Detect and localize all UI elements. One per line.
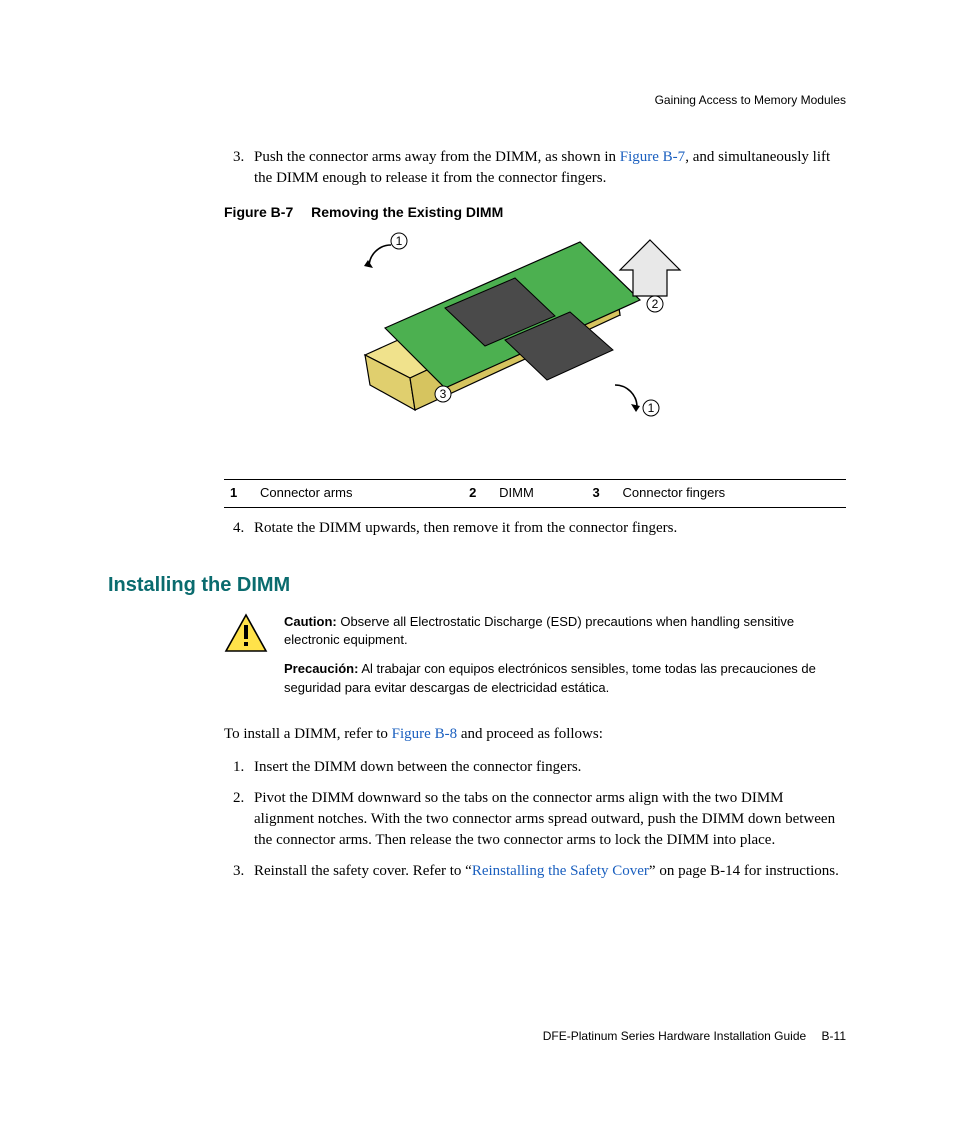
figure-b8-link[interactable]: Figure B-8 [392, 726, 457, 742]
figure-b7: 1 1 2 3 [224, 230, 846, 467]
figure-label: Figure B-7 [224, 204, 293, 220]
footer-doc-title: DFE-Platinum Series Hardware Installatio… [543, 1029, 806, 1043]
callout-1b: 1 [648, 401, 655, 415]
install-intro-b: and proceed as follows: [457, 726, 603, 742]
callout-1a: 1 [396, 234, 403, 248]
install-step-1: Insert the DIMM down between the connect… [248, 757, 846, 778]
caution-label-en: Caution: [284, 614, 337, 629]
remove-step-4: Rotate the DIMM upwards, then remove it … [248, 518, 846, 539]
caution-es: Precaución: Al trabajar con equipos elec… [284, 660, 846, 698]
remove-step-3: Push the connector arms away from the DI… [248, 147, 846, 189]
legend-1-num: 1 [224, 480, 254, 507]
callout-3: 3 [440, 387, 447, 401]
callout-2: 2 [652, 297, 659, 311]
figure-legend: 1 Connector arms 2 DIMM 3 Connector fing… [224, 479, 846, 507]
legend-3-num: 3 [587, 480, 617, 507]
legend-2-num: 2 [463, 480, 493, 507]
page: Gaining Access to Memory Modules Push th… [0, 0, 954, 1123]
dimm-illustration: 1 1 2 3 [315, 230, 755, 460]
caution-label-es: Precaución: [284, 661, 358, 676]
install-step-3-a: Reinstall the safety cover. Refer to “ [254, 863, 472, 879]
install-step-3: Reinstall the safety cover. Refer to “Re… [248, 861, 846, 882]
legend-2-text: DIMM [493, 480, 586, 507]
figure-title: Removing the Existing DIMM [311, 204, 503, 220]
caution-text-en: Observe all Electrostatic Discharge (ESD… [284, 614, 794, 648]
step-3-text-a: Push the connector arms away from the DI… [254, 149, 620, 165]
install-step-3-b: ” on page B-14 for instructions. [649, 863, 839, 879]
caution-icon [224, 613, 268, 708]
figure-b7-link[interactable]: Figure B-7 [620, 149, 685, 165]
running-header: Gaining Access to Memory Modules [108, 92, 846, 109]
legend-3-text: Connector fingers [617, 480, 846, 507]
reinstall-cover-link[interactable]: Reinstalling the Safety Cover [472, 863, 649, 879]
legend-1-text: Connector arms [254, 480, 463, 507]
install-step-2: Pivot the DIMM downward so the tabs on t… [248, 788, 846, 851]
install-intro-a: To install a DIMM, refer to [224, 726, 392, 742]
footer-page-number: B-11 [822, 1029, 846, 1043]
page-footer: DFE-Platinum Series Hardware Installatio… [543, 1028, 846, 1045]
remove-steps-continued: Push the connector arms away from the DI… [224, 147, 846, 539]
caution-en: Caution: Observe all Electrostatic Disch… [284, 613, 846, 651]
caution-block: Caution: Observe all Electrostatic Disch… [224, 613, 846, 708]
figure-caption: Figure B-7 Removing the Existing DIMM [224, 203, 846, 223]
caution-text-es: Al trabajar con equipos electrónicos sen… [284, 661, 816, 695]
section-heading-installing: Installing the DIMM [108, 571, 846, 599]
install-steps: Insert the DIMM down between the connect… [224, 757, 846, 882]
install-intro: To install a DIMM, refer to Figure B-8 a… [224, 724, 846, 745]
